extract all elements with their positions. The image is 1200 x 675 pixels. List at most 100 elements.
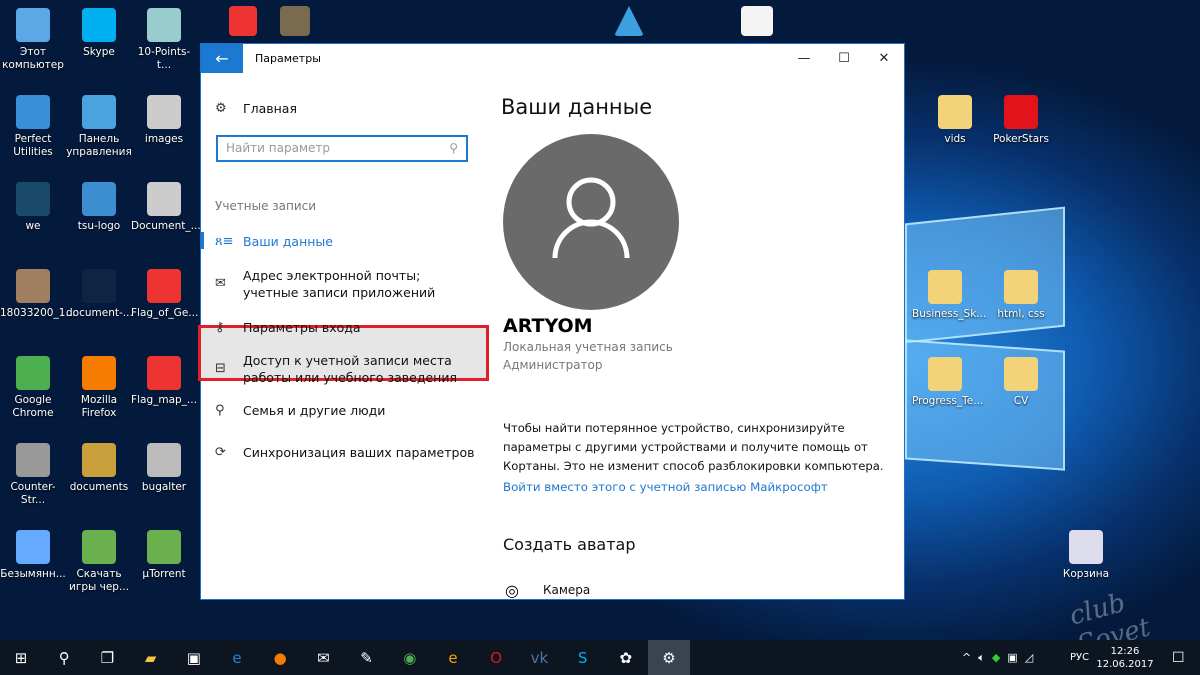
file-icon: [82, 8, 116, 42]
desktop-icon[interactable]: vids: [922, 95, 988, 146]
settings-window: ← Параметры — ☐ ✕ ⚙ Главная Найти парамет…: [198, 43, 905, 600]
desktop-icon-label: Google Chrome: [12, 394, 54, 419]
desktop-icon[interactable]: Безымянн...: [0, 530, 66, 581]
desktop-icon[interactable]: 10-Points-t...: [131, 8, 197, 72]
desktop-icon[interactable]: 18033200_1...: [0, 269, 75, 320]
desktop-icon[interactable]: Counter-Str...: [0, 443, 66, 507]
app-icon[interactable]: ✎: [346, 640, 388, 675]
title-bar: ← Параметры — ☐ ✕: [201, 44, 904, 73]
sync-icon: ⟳: [215, 445, 226, 460]
desktop-icon[interactable]: Business_Sk...: [912, 270, 986, 321]
close-button[interactable]: ✕: [864, 44, 904, 73]
desktop-icon[interactable]: document-...: [66, 269, 133, 320]
desktop-icon[interactable]: Document_...: [131, 182, 201, 233]
desktop-icon[interactable]: Панель управления: [66, 95, 132, 159]
file-icon: [147, 356, 181, 390]
desktop-icon[interactable]: Этот компьютер: [0, 8, 66, 72]
notification-icon[interactable]: ☐: [1172, 640, 1185, 675]
nav-your-info[interactable]: ጸ≡ Ваши данные: [215, 233, 333, 250]
desktop-icon-label: Этот компьютер: [2, 46, 64, 71]
desktop-icon[interactable]: Progress_Te...: [912, 357, 983, 408]
windows-start-icon[interactable]: ⊞: [0, 640, 42, 675]
settings-nav: ⚙ Главная Найти параметр ⚲ Учетные записи …: [198, 73, 491, 599]
search-placeholder: Найти параметр: [226, 141, 330, 155]
desktop-icon[interactable]: bugalter: [131, 443, 197, 494]
file-icon: [82, 356, 116, 390]
clock-date: 12.06.2017: [1096, 658, 1154, 670]
nav-sign-in-options[interactable]: ⚷ Параметры входа: [215, 319, 361, 336]
desktop-icon[interactable]: Google Chrome: [0, 356, 66, 420]
battery-icon: ▣: [1007, 651, 1018, 664]
file-icon: [82, 182, 116, 216]
search-icon[interactable]: ⚲: [43, 640, 85, 675]
nav-home[interactable]: ⚙ Главная: [215, 100, 297, 117]
task-view-icon[interactable]: ❐: [86, 640, 128, 675]
desktop-icon[interactable]: Скачать игры чер...: [66, 530, 132, 594]
desktop-icon[interactable]: tsu-logo: [66, 182, 132, 233]
chrome-icon[interactable]: ◉: [389, 640, 431, 675]
game-icon[interactable]: [280, 6, 310, 36]
clock[interactable]: 12:26 12.06.2017: [1096, 640, 1153, 675]
store-icon[interactable]: ▣: [173, 640, 215, 675]
document-icon[interactable]: [741, 6, 773, 36]
file-icon: [82, 530, 116, 564]
file-icon: [16, 182, 50, 216]
desktop-icon[interactable]: µTorrent: [131, 530, 197, 581]
mail-icon[interactable]: ✉: [302, 640, 344, 675]
desktop-icon[interactable]: we: [0, 182, 66, 233]
desktop-icon[interactable]: Корзина: [1053, 530, 1119, 581]
firefox-icon[interactable]: ●: [259, 640, 301, 675]
settings-icon[interactable]: ⚙: [648, 640, 690, 675]
nav-sync[interactable]: ⟳ Синхронизация ваших параметров: [215, 444, 474, 461]
file-icon: [16, 8, 50, 42]
browser-e-icon[interactable]: e: [432, 640, 474, 675]
desktop-icon-label: Perfect Utilities: [13, 133, 53, 158]
desktop-icon-label: Skype: [83, 46, 115, 58]
nav-family[interactable]: ⚲ Семья и другие люди: [215, 402, 385, 419]
desktop-icon[interactable]: html, css: [988, 270, 1054, 321]
microsoft-account-link[interactable]: Войти вместо этого с учетной записью Май…: [503, 480, 828, 494]
mail-icon: ✉: [215, 276, 226, 291]
nav-label: Ваши данные: [243, 234, 333, 249]
file-icon: [82, 269, 116, 303]
account-role: Администратор: [503, 358, 603, 372]
desktop-icon[interactable]: Flag_map_...: [131, 356, 197, 407]
active-indicator: [201, 232, 204, 249]
avatar: [503, 134, 679, 310]
pdf-file-icon[interactable]: [229, 6, 257, 36]
file-icon: [1069, 530, 1103, 564]
file-icon: [16, 269, 50, 303]
file-icon: [1004, 357, 1038, 391]
file-icon: [16, 95, 50, 129]
edge-icon[interactable]: e: [216, 640, 258, 675]
nav-label: Синхронизация ваших параметров: [243, 445, 475, 460]
file-explorer-icon[interactable]: ▰: [130, 640, 172, 675]
desktop-icon[interactable]: documents: [66, 443, 132, 494]
desktop-icon[interactable]: CV: [988, 357, 1054, 408]
opera-icon[interactable]: O: [475, 640, 517, 675]
skype-icon[interactable]: S: [562, 640, 604, 675]
desktop-icon[interactable]: Skype: [66, 8, 132, 59]
desktop-icon-label: Counter-Str...: [10, 481, 56, 506]
desktop-icon[interactable]: PokerStars: [988, 95, 1054, 146]
desktop-icon[interactable]: images: [131, 95, 197, 146]
minimize-button[interactable]: —: [784, 44, 824, 73]
nav-email-accounts[interactable]: ✉ Адрес электронной почты; учетные записи…: [215, 267, 475, 301]
desktop-icon-label: Скачать игры чер...: [69, 568, 129, 593]
desktop-icon-label: document-...: [66, 307, 133, 319]
paint-icon[interactable]: ✿: [605, 640, 647, 675]
nav-work-access[interactable]: ⊟ Доступ к учетной записи места работы ил…: [215, 352, 490, 386]
tray-icons[interactable]: ^ 🔈︎ ◆ ▣ ◿: [962, 640, 1033, 675]
desktop-icon-label: tsu-logo: [77, 220, 121, 232]
desktop-icon-label: Панель управления: [66, 133, 132, 158]
search-input[interactable]: Найти параметр ⚲: [216, 135, 468, 162]
app-shortcut-icon[interactable]: [614, 6, 644, 36]
desktop-icon[interactable]: Flag_of_Ge...: [131, 269, 198, 320]
desktop-icon[interactable]: Mozilla Firefox: [66, 356, 132, 420]
camera-option[interactable]: Камера: [543, 583, 590, 597]
maximize-button[interactable]: ☐: [824, 44, 864, 73]
vk-icon[interactable]: vk: [518, 640, 560, 675]
back-button[interactable]: ←: [201, 44, 243, 73]
desktop-icon[interactable]: Perfect Utilities: [0, 95, 66, 159]
language-indicator[interactable]: РУС: [1070, 640, 1089, 675]
